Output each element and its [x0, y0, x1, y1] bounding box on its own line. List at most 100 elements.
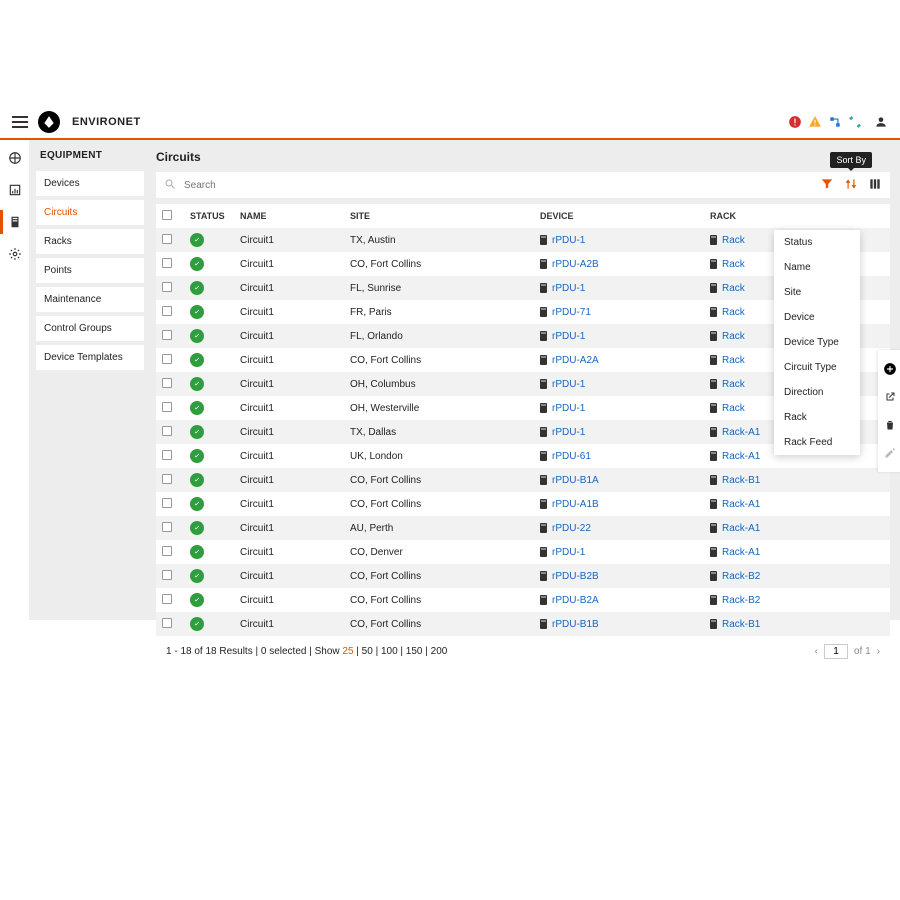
- row-checkbox[interactable]: [162, 258, 172, 268]
- col-device[interactable]: DEVICE: [534, 204, 704, 228]
- pager-next[interactable]: ›: [877, 646, 880, 657]
- sidebar-item-points[interactable]: Points: [36, 258, 144, 283]
- row-checkbox[interactable]: [162, 402, 172, 412]
- rack-link[interactable]: Rack-A1: [722, 451, 760, 462]
- rack-link[interactable]: Rack-A1: [722, 499, 760, 510]
- table-row[interactable]: Circuit1CO, Fort CollinsrPDU-B1BRack-B1: [156, 612, 890, 636]
- rack-link[interactable]: Rack: [722, 379, 745, 390]
- row-checkbox[interactable]: [162, 474, 172, 484]
- sort-option-circuit-type[interactable]: Circuit Type: [774, 355, 860, 380]
- device-link[interactable]: rPDU-A1B: [552, 499, 599, 510]
- sort-option-status[interactable]: Status: [774, 230, 860, 255]
- rack-link[interactable]: Rack: [722, 331, 745, 342]
- device-link[interactable]: rPDU-A2A: [552, 355, 599, 366]
- device-link[interactable]: rPDU-1: [552, 379, 585, 390]
- row-checkbox[interactable]: [162, 618, 172, 628]
- table-row[interactable]: Circuit1AU, PerthrPDU-22Rack-A1: [156, 516, 890, 540]
- device-link[interactable]: rPDU-61: [552, 451, 591, 462]
- table-row[interactable]: Circuit1CO, DenverrPDU-1Rack-A1: [156, 540, 890, 564]
- sort-option-site[interactable]: Site: [774, 280, 860, 305]
- rack-link[interactable]: Rack: [722, 355, 745, 366]
- table-row[interactable]: Circuit1CO, Fort CollinsrPDU-A1BRack-A1: [156, 492, 890, 516]
- device-link[interactable]: rPDU-22: [552, 523, 591, 534]
- device-link[interactable]: rPDU-B1B: [552, 619, 599, 630]
- sort-option-rack-feed[interactable]: Rack Feed: [774, 430, 860, 455]
- pager-page-input[interactable]: [824, 644, 848, 659]
- rack-link[interactable]: Rack-B2: [722, 595, 760, 606]
- sort-option-device-type[interactable]: Device Type: [774, 330, 860, 355]
- delete-button[interactable]: [883, 418, 897, 432]
- rack-link[interactable]: Rack-B2: [722, 571, 760, 582]
- sidebar-item-racks[interactable]: Racks: [36, 229, 144, 254]
- row-checkbox[interactable]: [162, 426, 172, 436]
- export-button[interactable]: [883, 390, 897, 404]
- row-checkbox[interactable]: [162, 282, 172, 292]
- select-all-checkbox[interactable]: [162, 210, 172, 220]
- col-rack[interactable]: RACK: [704, 204, 890, 228]
- device-link[interactable]: rPDU-B2B: [552, 571, 599, 582]
- device-link[interactable]: rPDU-1: [552, 403, 585, 414]
- device-link[interactable]: rPDU-1: [552, 235, 585, 246]
- device-link[interactable]: rPDU-1: [552, 283, 585, 294]
- columns-icon[interactable]: [868, 177, 882, 194]
- sidebar-item-device-templates[interactable]: Device Templates: [36, 345, 144, 370]
- user-icon[interactable]: [874, 115, 888, 129]
- row-checkbox[interactable]: [162, 330, 172, 340]
- alert-icon[interactable]: [788, 115, 802, 129]
- rail-equipment[interactable]: [7, 214, 23, 230]
- rack-link[interactable]: Rack-A1: [722, 547, 760, 558]
- col-name[interactable]: NAME: [234, 204, 344, 228]
- device-link[interactable]: rPDU-1: [552, 331, 585, 342]
- rail-reports[interactable]: [7, 182, 23, 198]
- sort-dropdown[interactable]: StatusNameSiteDeviceDevice TypeCircuit T…: [774, 230, 860, 455]
- device-link[interactable]: rPDU-B2A: [552, 595, 599, 606]
- rack-link[interactable]: Rack: [722, 283, 745, 294]
- device-link[interactable]: rPDU-A2B: [552, 259, 599, 270]
- rack-link[interactable]: Rack-B1: [722, 619, 760, 630]
- tools-icon[interactable]: [848, 115, 862, 129]
- rail-settings[interactable]: [7, 246, 23, 262]
- table-row[interactable]: Circuit1CO, Fort CollinsrPDU-B2ARack-B2: [156, 588, 890, 612]
- row-checkbox[interactable]: [162, 450, 172, 460]
- network-icon[interactable]: [828, 115, 842, 129]
- pager-prev[interactable]: ‹: [815, 646, 818, 657]
- warning-icon[interactable]: [808, 115, 822, 129]
- row-checkbox[interactable]: [162, 522, 172, 532]
- search-input[interactable]: [184, 180, 812, 191]
- add-button[interactable]: [883, 362, 897, 376]
- col-site[interactable]: SITE: [344, 204, 534, 228]
- row-checkbox[interactable]: [162, 498, 172, 508]
- row-checkbox[interactable]: [162, 546, 172, 556]
- filter-icon[interactable]: [820, 177, 834, 194]
- row-checkbox[interactable]: [162, 306, 172, 316]
- rack-link[interactable]: Rack: [722, 307, 745, 318]
- device-link[interactable]: rPDU-B1A: [552, 475, 599, 486]
- sort-option-direction[interactable]: Direction: [774, 380, 860, 405]
- sort-option-device[interactable]: Device: [774, 305, 860, 330]
- rack-link[interactable]: Rack: [722, 235, 745, 246]
- device-link[interactable]: rPDU-1: [552, 427, 585, 438]
- row-checkbox[interactable]: [162, 354, 172, 364]
- rack-link[interactable]: Rack: [722, 403, 745, 414]
- sidebar-item-devices[interactable]: Devices: [36, 171, 144, 196]
- sort-icon[interactable]: [844, 177, 858, 194]
- row-checkbox[interactable]: [162, 594, 172, 604]
- device-link[interactable]: rPDU-71: [552, 307, 591, 318]
- sidebar-item-control-groups[interactable]: Control Groups: [36, 316, 144, 341]
- rack-link[interactable]: Rack-A1: [722, 523, 760, 534]
- sidebar-item-circuits[interactable]: Circuits: [36, 200, 144, 225]
- rack-link[interactable]: Rack: [722, 259, 745, 270]
- row-checkbox[interactable]: [162, 234, 172, 244]
- rail-dashboard[interactable]: [7, 150, 23, 166]
- device-link[interactable]: rPDU-1: [552, 547, 585, 558]
- col-status[interactable]: STATUS: [184, 204, 234, 228]
- table-row[interactable]: Circuit1CO, Fort CollinsrPDU-B1ARack-B1: [156, 468, 890, 492]
- row-checkbox[interactable]: [162, 378, 172, 388]
- table-row[interactable]: Circuit1CO, Fort CollinsrPDU-B2BRack-B2: [156, 564, 890, 588]
- rack-link[interactable]: Rack-B1: [722, 475, 760, 486]
- sidebar-item-maintenance[interactable]: Maintenance: [36, 287, 144, 312]
- sort-option-rack[interactable]: Rack: [774, 405, 860, 430]
- row-checkbox[interactable]: [162, 570, 172, 580]
- menu-button[interactable]: [12, 116, 28, 128]
- rack-link[interactable]: Rack-A1: [722, 427, 760, 438]
